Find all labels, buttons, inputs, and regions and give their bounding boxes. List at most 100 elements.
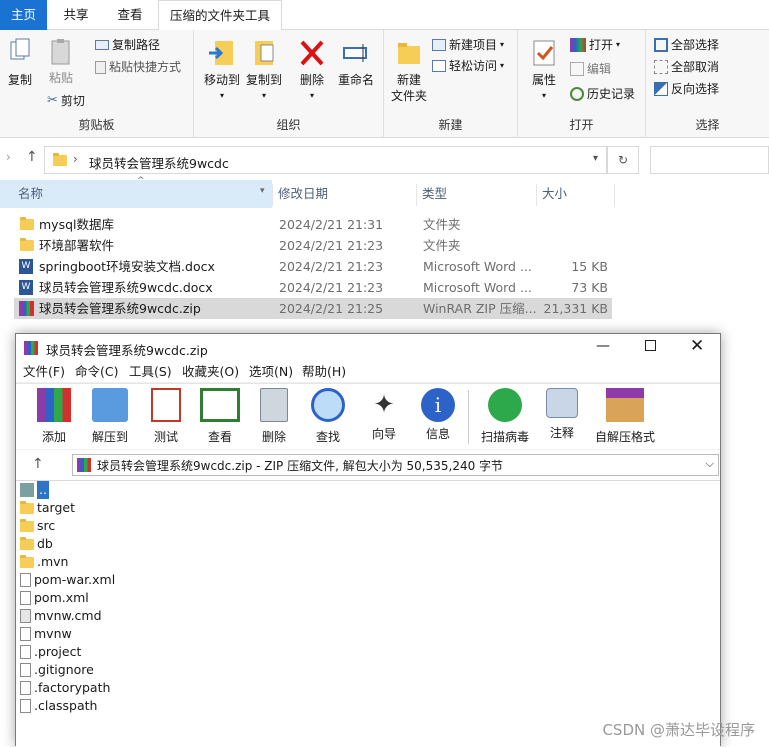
rename-label: 重命名: [334, 72, 378, 88]
delete-button[interactable]: 删除▾: [294, 38, 330, 104]
breadcrumb-separator: ›: [73, 152, 78, 166]
list-item[interactable]: db: [20, 535, 53, 553]
edit-button[interactable]: 编辑: [570, 60, 611, 78]
chevron-down-icon[interactable]: ⌵: [706, 457, 714, 471]
scan-virus-button[interactable]: 扫描病毒: [478, 388, 532, 445]
copy-to-button[interactable]: 复制到▾: [244, 38, 284, 104]
list-item[interactable]: .project: [20, 643, 81, 661]
archive-path-text: 球员转会管理系统9wcdc.zip - ZIP 压缩文件, 解包大小为 50,5…: [97, 457, 503, 474]
list-item[interactable]: ..: [20, 481, 49, 499]
winrar-menubar: 文件(F) 命令(C) 工具(S) 收藏夹(O) 选项(N) 帮助(H): [16, 362, 720, 382]
minimize-icon[interactable]: —: [596, 338, 610, 354]
easy-access-button[interactable]: 轻松访问▾: [432, 57, 504, 75]
back-arrow-icon[interactable]: ›: [6, 150, 11, 164]
chevron-down-icon[interactable]: ▾: [593, 153, 598, 164]
item-name: pom.xml: [34, 589, 89, 607]
find-button[interactable]: 查找: [308, 388, 348, 445]
add-button[interactable]: 添加: [34, 388, 74, 445]
list-item[interactable]: pom.xml: [20, 589, 89, 607]
info-button[interactable]: i信息: [418, 388, 458, 442]
address-input[interactable]: › 球员转会管理系统9wcdc ▾: [44, 146, 607, 174]
select-all-button[interactable]: 全部选择: [654, 36, 719, 54]
breadcrumb-current[interactable]: 球员转会管理系统9wcdc: [89, 153, 229, 172]
search-input[interactable]: [650, 146, 769, 174]
menu-commands[interactable]: 命令(C): [75, 362, 118, 382]
tab-compressed-tools[interactable]: 压缩的文件夹工具: [158, 0, 282, 31]
up-arrow-icon[interactable]: ↑: [32, 456, 44, 472]
list-item[interactable]: mvnw.cmd: [20, 607, 102, 625]
select-group-label: 选择: [646, 116, 769, 133]
file-icon: [20, 663, 31, 677]
copy-label: 复制: [4, 72, 36, 88]
copy-path-button[interactable]: 复制路径: [95, 36, 160, 54]
paste-shortcut-button[interactable]: 粘贴快捷方式: [95, 58, 181, 76]
column-name[interactable]: 名称: [14, 180, 43, 208]
tab-share[interactable]: 共享: [48, 0, 104, 30]
file-row[interactable]: 环境部署软件 2024/2/21 21:23 文件夹: [14, 235, 612, 256]
history-label: 历史记录: [587, 85, 635, 103]
ribbon: 复制 粘贴 复制路径 粘贴快捷方式 ✂剪切 剪贴板 移动到▾ 复制到▾ 删除▾ …: [0, 30, 769, 138]
chevron-down-icon[interactable]: ▾: [260, 186, 265, 196]
file-size: 21,331 KB: [544, 298, 608, 319]
list-item[interactable]: src: [20, 517, 55, 535]
properties-button[interactable]: 属性▾: [526, 38, 562, 104]
list-item[interactable]: .mvn: [20, 553, 68, 571]
column-headers: 名称 ^ ▾ 修改日期 类型 大小: [0, 180, 769, 208]
comment-button[interactable]: 注释: [542, 388, 582, 441]
menu-tools[interactable]: 工具(S): [129, 362, 172, 382]
new-item-button[interactable]: 新建项目▾: [432, 36, 504, 54]
menu-help[interactable]: 帮助(H): [302, 362, 346, 382]
select-none-button[interactable]: 全部取消: [654, 58, 719, 76]
virus-scan-icon: [488, 388, 522, 422]
invert-selection-button[interactable]: 反向选择: [654, 80, 719, 98]
parent-folder-icon: [20, 483, 34, 497]
view-button[interactable]: 查看: [198, 388, 242, 445]
file-row[interactable]: mysql数据库 2024/2/21 21:31 文件夹: [14, 214, 612, 235]
menu-favorites[interactable]: 收藏夹(O): [182, 362, 239, 382]
rename-button[interactable]: 重命名: [334, 38, 378, 88]
paste-button[interactable]: 粘贴: [44, 38, 78, 86]
list-item[interactable]: pom-war.xml: [20, 571, 115, 589]
trash-icon: [260, 388, 288, 422]
folder-icon: [20, 521, 34, 532]
info-icon: i: [421, 388, 455, 422]
sfx-button[interactable]: 自解压格式: [592, 388, 658, 445]
close-icon[interactable]: ✕: [690, 336, 704, 356]
extract-folder-icon: [92, 388, 128, 422]
menu-options[interactable]: 选项(N): [249, 362, 293, 382]
history-button[interactable]: 历史记录: [570, 85, 635, 103]
maximize-icon[interactable]: [645, 340, 656, 351]
test-button[interactable]: 测试: [146, 388, 186, 445]
column-type[interactable]: 类型: [418, 180, 447, 208]
edit-pencil-icon: [570, 62, 584, 76]
new-folder-button[interactable]: 新建 文件夹: [388, 38, 430, 104]
list-item[interactable]: mvnw: [20, 625, 72, 643]
folder-icon: [20, 557, 34, 568]
column-size[interactable]: 大小: [538, 180, 567, 208]
extract-to-button[interactable]: 解压到: [88, 388, 132, 445]
list-item[interactable]: target: [20, 499, 75, 517]
folder-icon: [53, 155, 67, 166]
list-item[interactable]: .factorypath: [20, 679, 110, 697]
file-row[interactable]: W 球员转会管理系统9wcdc.docx 2024/2/21 21:23 Mic…: [14, 277, 612, 298]
list-item[interactable]: .gitignore: [20, 661, 94, 679]
open-button[interactable]: 打开▾: [570, 36, 620, 54]
tab-view[interactable]: 查看: [104, 0, 156, 30]
tab-home[interactable]: 主页: [0, 0, 47, 30]
archive-path-dropdown[interactable]: 球员转会管理系统9wcdc.zip - ZIP 压缩文件, 解包大小为 50,5…: [72, 454, 719, 476]
move-to-button[interactable]: 移动到▾: [202, 38, 242, 104]
file-row[interactable]: W springboot环境安装文档.docx 2024/2/21 21:23 …: [14, 256, 612, 277]
cut-button[interactable]: ✂剪切: [47, 92, 85, 110]
copy-button[interactable]: 复制: [4, 38, 36, 88]
up-arrow-icon[interactable]: ↑: [26, 149, 38, 165]
file-row-selected[interactable]: 球员转会管理系统9wcdc.zip 2024/2/21 21:25 WinRAR…: [14, 298, 612, 319]
copy-icon: [9, 38, 31, 64]
column-date[interactable]: 修改日期: [274, 180, 328, 208]
list-item[interactable]: .classpath: [20, 697, 97, 715]
refresh-button[interactable]: ↻: [607, 146, 639, 174]
group-organize: 移动到▾ 复制到▾ 删除▾ 重命名 组织: [194, 30, 384, 138]
delete-archive-button[interactable]: 删除: [254, 388, 294, 445]
wizard-button[interactable]: ✦向导: [364, 388, 404, 442]
menu-file[interactable]: 文件(F): [23, 362, 65, 382]
add-label: 添加: [34, 428, 74, 445]
